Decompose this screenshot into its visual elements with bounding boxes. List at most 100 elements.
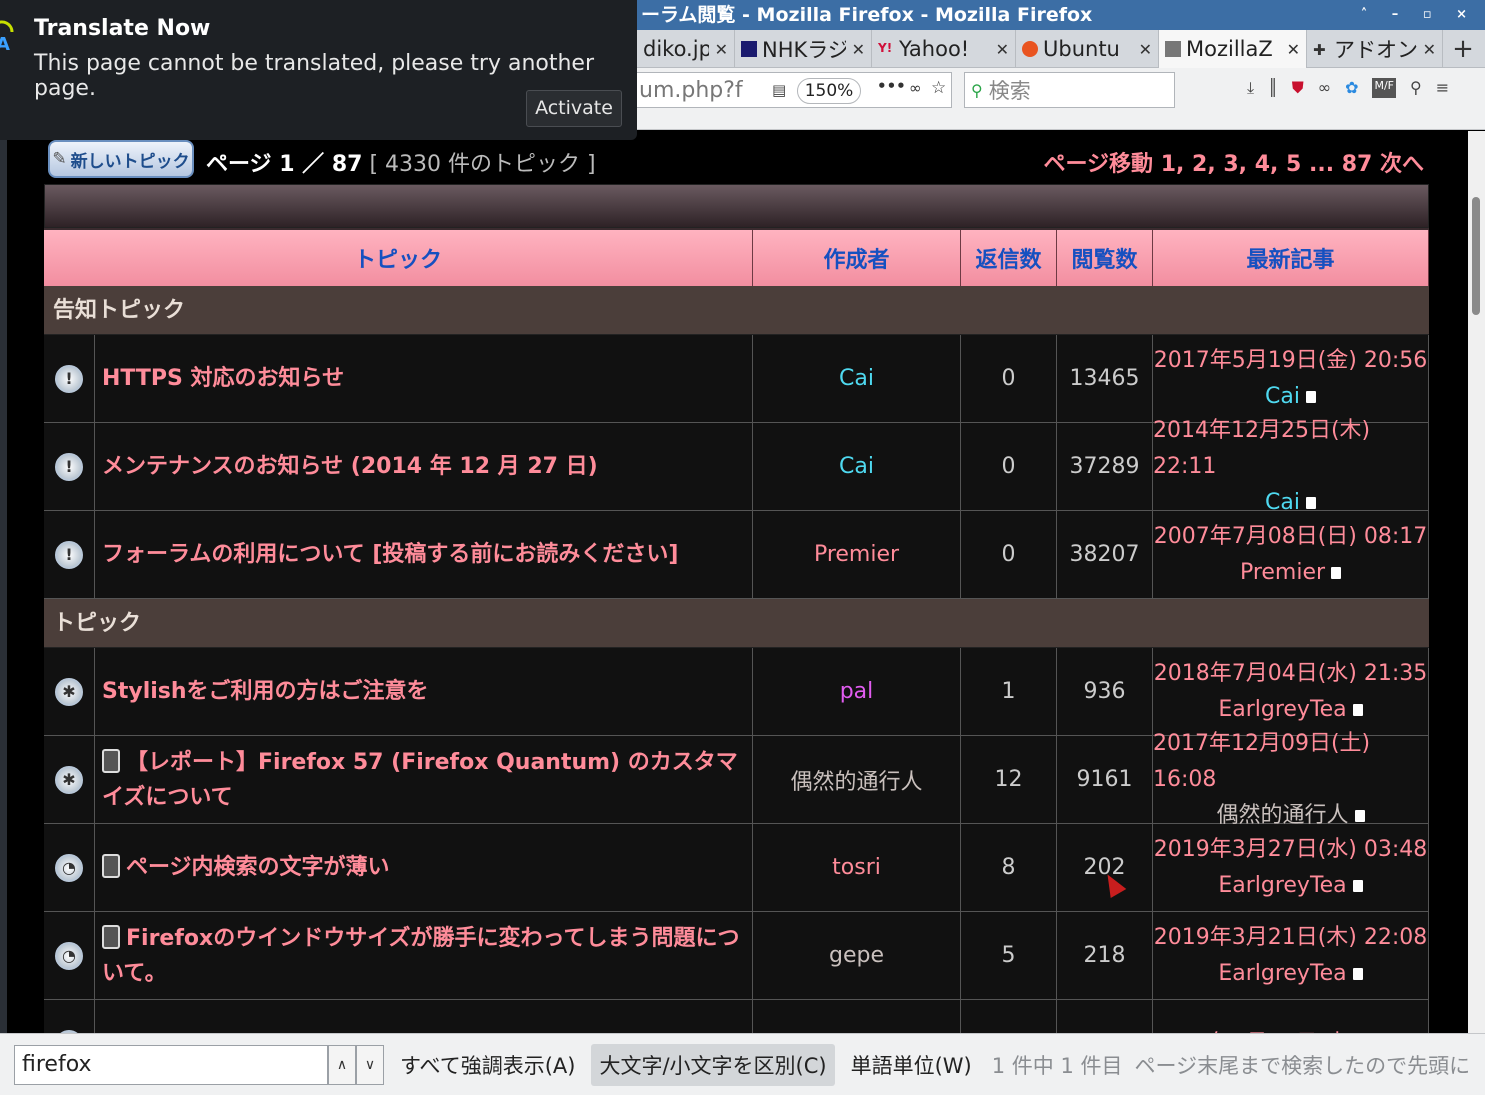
page-scrollbar[interactable] <box>1468 131 1485 1033</box>
view-latest-post-icon[interactable] <box>1354 809 1365 822</box>
translate-extension-icon[interactable]: ✿ <box>1345 78 1358 98</box>
last-post-author-link[interactable]: Premier <box>1240 560 1325 585</box>
author-link[interactable]: gepe <box>829 943 884 968</box>
col-topic: トピック <box>44 230 753 286</box>
tab-title: NHKラジ <box>762 38 846 62</box>
author-link[interactable]: Premier <box>814 542 899 567</box>
view-latest-post-icon[interactable] <box>1352 879 1363 892</box>
topic-title-cell: Stylishをご利用の方はご注意を <box>95 648 753 735</box>
topic-title-link[interactable]: フォーラムの利用について [投稿する前にお読みください] <box>102 542 678 567</box>
author-link[interactable]: tosri <box>832 855 881 880</box>
topic-title-link[interactable]: Firefoxのウインドウサイズが勝手に変わってしまう問題について。 <box>102 926 739 986</box>
topic-title-link[interactable]: Stylishをご利用の方はご注意を <box>102 679 429 704</box>
view-latest-post-icon[interactable] <box>1352 967 1363 980</box>
author-link[interactable]: 偶然的通行人 <box>790 764 922 796</box>
tab-yahoo[interactable]: Y! Yahoo! ✕ <box>872 30 1016 68</box>
last-post-date: 2019年3月20日(水) 11:48 <box>1154 1026 1428 1034</box>
author-link[interactable]: pal <box>840 679 874 704</box>
find-input[interactable]: firefox <box>14 1044 328 1085</box>
pagination[interactable]: ページ移動 1, 2, 3, 4, 5 ... 87 次へ <box>1044 146 1425 178</box>
last-post-cell: 2017年5月19日(金) 20:56 Cai <box>1153 335 1429 422</box>
topic-title-link[interactable]: ページ内検索の文字が薄い <box>126 855 390 880</box>
ubuntu-favicon-icon <box>1022 41 1038 57</box>
mf-extension-icon[interactable]: M/F <box>1372 78 1396 98</box>
views-cell: 13465 <box>1057 335 1153 422</box>
last-post-date: 2019年3月21日(木) 22:08 <box>1153 924 1428 950</box>
tab-close-icon[interactable]: ✕ <box>1139 40 1152 59</box>
page-actions-icon[interactable]: ••• <box>877 77 906 95</box>
tab-close-icon[interactable]: ✕ <box>1287 40 1300 59</box>
svg-text:A: A <box>0 34 10 55</box>
announcement-icon: ! <box>55 452 83 481</box>
topic-title-cell <box>95 1000 753 1033</box>
scrollbar-thumb[interactable] <box>1472 197 1480 315</box>
last-post-author-link[interactable]: EarlgreyTea <box>1218 873 1346 898</box>
author-cell <box>753 1000 961 1033</box>
find-next-button[interactable]: ∨ <box>356 1044 384 1085</box>
tab-nhk[interactable]: NHKラジ ✕ <box>735 30 872 68</box>
tab-addons[interactable]: ✚ アドオン ✕ <box>1307 30 1443 68</box>
activate-button[interactable]: Activate <box>526 90 622 127</box>
hamburger-menu-icon[interactable]: ≡ <box>1436 78 1449 98</box>
author-link[interactable]: Cai <box>839 454 874 479</box>
topic-row: ◔ Firefoxのウインドウサイズが勝手に変わってしまう問題について。 gepe 5… <box>44 912 1429 1000</box>
tab-close-icon[interactable]: ✕ <box>852 40 865 59</box>
tab-radiko[interactable]: diko.jp ✕ <box>637 30 735 68</box>
navigation-toolbar: um.php?f ▤ 150% ••• ∞ ☆ ⚲ 検索 ⤓ ║ ⛊ ∞ ✿ M… <box>637 68 1485 130</box>
topic-title-cell: Firefoxのウインドウサイズが勝手に変わってしまう問題について。 <box>95 912 753 999</box>
last-post-date: 2007年7月08日(日) 08:17 <box>1153 523 1428 549</box>
topic-title-link[interactable]: HTTPS 対応のお知らせ <box>102 366 344 391</box>
topic-title-link[interactable]: 【レポート】Firefox 57 (Firefox Quantum) のカスタマ… <box>102 750 738 810</box>
new-topic-button[interactable]: ✎ 新しいトピック <box>48 140 194 178</box>
tab-close-icon[interactable]: ✕ <box>715 40 728 59</box>
search-bar[interactable]: ⚲ 検索 <box>964 72 1175 108</box>
reader-view-icon[interactable]: ▤ <box>772 81 786 99</box>
window-controls[interactable]: ˄ – ▫ × <box>1361 0 1477 30</box>
zoom-indicator[interactable]: 150% <box>797 78 861 104</box>
view-latest-post-icon[interactable] <box>1331 566 1342 579</box>
whole-words-toggle[interactable]: 単語単位(W) <box>843 1044 980 1086</box>
last-post-cell: 2014年12月25日(木) 22:11 Cai <box>1153 418 1429 515</box>
replies-cell: 0 <box>961 511 1057 598</box>
table-header: トピック 作成者 返信数 閲覧数 最新記事 <box>44 228 1429 286</box>
downloads-icon[interactable]: ⤓ <box>1247 78 1254 98</box>
url-bar[interactable]: um.php?f ▤ 150% ••• ∞ ☆ <box>637 72 952 108</box>
topic-title-link[interactable]: メンテナンスのお知らせ (2014 年 12 月 27 日) <box>102 454 598 479</box>
view-latest-post-icon[interactable] <box>1352 703 1363 716</box>
tab-close-icon[interactable]: ✕ <box>1423 40 1436 59</box>
puzzle-piece-icon: ✚ <box>1313 41 1326 59</box>
bookmark-star-icon[interactable]: ☆ <box>931 78 946 98</box>
library-icon[interactable]: ║ <box>1268 78 1278 98</box>
topic-title-cell: フォーラムの利用について [投稿する前にお読みください] <box>95 511 753 598</box>
announcement-row: ! メンテナンスのお知らせ (2014 年 12 月 27 日) Cai 0 37289… <box>44 418 1429 515</box>
find-previous-button[interactable]: ∧ <box>328 1044 356 1085</box>
last-post-author-link[interactable]: Cai <box>1265 384 1300 409</box>
new-tab-button[interactable]: + <box>1443 30 1483 68</box>
last-post-date: 2018年7月04日(水) 21:35 <box>1153 660 1428 686</box>
tab-ubuntu[interactable]: Ubuntu ✕ <box>1016 30 1159 68</box>
translate-logo-icon: A <box>0 20 14 55</box>
location-pin-icon[interactable]: ⚲ <box>1410 78 1422 98</box>
pocket-icon[interactable]: ∞ <box>909 79 922 97</box>
match-case-toggle[interactable]: 大文字/小文字を区別(C) <box>591 1043 835 1086</box>
view-latest-post-icon[interactable] <box>1305 496 1316 509</box>
highlight-all-toggle[interactable]: すべて強調表示(A) <box>392 1044 583 1086</box>
views-cell: 9161 <box>1057 736 1153 823</box>
tab-mozillazine[interactable]: MozillaZ ✕ <box>1159 30 1307 68</box>
yahoo-favicon-icon: Y! <box>878 41 893 55</box>
attachment-icon <box>102 924 120 949</box>
tab-strip: diko.jp ✕ NHKラジ ✕ Y! Yahoo! ✕ Ubuntu ✕ Mozill… <box>637 30 1485 68</box>
topic-read-icon: ◔ <box>55 853 83 882</box>
last-post-author-link[interactable]: EarlgreyTea <box>1218 961 1346 986</box>
topic-status-cell: ! <box>44 335 95 422</box>
tab-title: Yahoo! <box>899 37 970 61</box>
extension-mask-icon[interactable]: ∞ <box>1318 78 1331 98</box>
replies-cell: 0 <box>961 335 1057 422</box>
tab-close-icon[interactable]: ✕ <box>996 40 1009 59</box>
search-icon: ⚲ <box>971 80 983 100</box>
tab-title: MozillaZ <box>1186 37 1273 61</box>
author-link[interactable]: Cai <box>839 366 874 391</box>
ublock-icon[interactable]: ⛊ <box>1292 78 1304 98</box>
last-post-author-link[interactable]: EarlgreyTea <box>1218 697 1346 722</box>
view-latest-post-icon[interactable] <box>1305 390 1316 403</box>
